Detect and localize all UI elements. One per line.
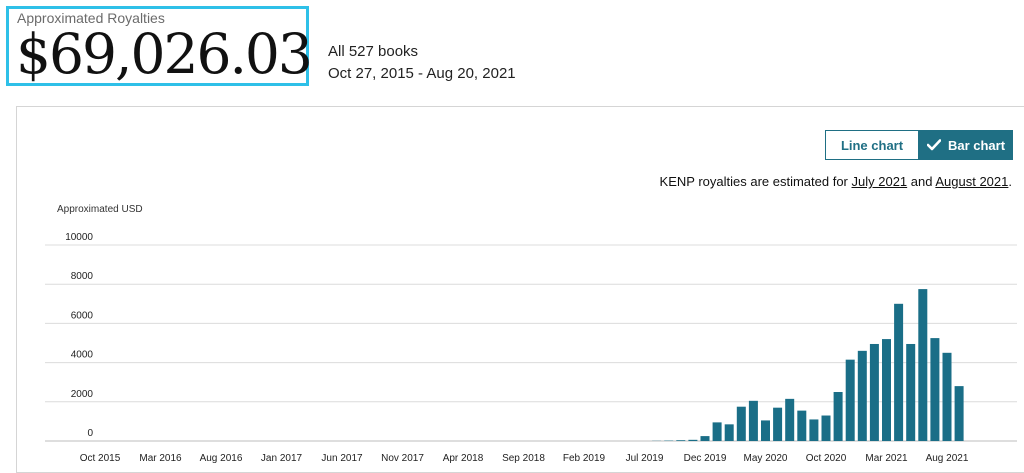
bar bbox=[906, 343, 916, 441]
books-count: All 527 books bbox=[328, 43, 419, 60]
bar bbox=[700, 436, 710, 441]
bar bbox=[894, 303, 904, 441]
y-axis-title: Approximated USD bbox=[57, 204, 143, 215]
bar bbox=[761, 420, 770, 441]
x-tick-label: Oct 2015 bbox=[80, 453, 121, 464]
x-tick-label: Mar 2021 bbox=[865, 453, 908, 464]
x-tick-label: May 2020 bbox=[744, 453, 788, 464]
x-tick-label: Sep 2018 bbox=[502, 453, 545, 464]
bar bbox=[845, 359, 855, 441]
y-tick-label: 8000 bbox=[71, 271, 94, 282]
bar bbox=[942, 352, 952, 441]
bar bbox=[869, 343, 879, 441]
x-tick-label: Feb 2019 bbox=[563, 453, 606, 464]
x-tick-label: Aug 2016 bbox=[200, 453, 243, 464]
y-tick-label: 10000 bbox=[65, 232, 93, 243]
royalty-bar-chart: Approximated USD 0 2000 4000 6000 8000 10000 Oc… bbox=[45, 204, 1017, 464]
x-tick-label: Nov 2017 bbox=[381, 453, 424, 464]
x-tick-label: Mar 2016 bbox=[139, 453, 182, 464]
date-range: Oct 27, 2015 - Aug 20, 2021 bbox=[328, 65, 516, 82]
bar bbox=[954, 386, 964, 441]
bar bbox=[724, 424, 734, 441]
x-tick-label: Jul 2019 bbox=[626, 453, 664, 464]
bar bbox=[882, 339, 891, 441]
x-tick-label: Apr 2018 bbox=[443, 453, 484, 464]
bar bbox=[785, 398, 795, 441]
bar bbox=[857, 350, 867, 441]
y-tick-label: 0 bbox=[87, 428, 93, 439]
bar bbox=[773, 407, 783, 441]
royalty-amount: $69,026.03 bbox=[16, 22, 313, 86]
royalty-meta: All 527 books Oct 27, 2015 - Aug 20, 202… bbox=[328, 41, 516, 85]
bar bbox=[930, 338, 940, 441]
bar bbox=[833, 392, 843, 441]
y-tick-label: 4000 bbox=[71, 350, 94, 361]
bar bbox=[821, 415, 831, 441]
bar bbox=[809, 419, 819, 441]
bar bbox=[676, 440, 686, 441]
bar bbox=[712, 422, 722, 441]
bar bbox=[797, 410, 807, 441]
x-tick-label: Oct 2020 bbox=[806, 453, 847, 464]
x-tick-label: Jan 2017 bbox=[261, 453, 303, 464]
chart-panel: Line chart Bar chart KENP royalties are … bbox=[16, 106, 1024, 473]
x-tick-label: Dec 2019 bbox=[684, 453, 727, 464]
bar bbox=[748, 400, 758, 441]
x-tick-label: Jun 2017 bbox=[321, 453, 363, 464]
bar bbox=[918, 289, 928, 441]
bar bbox=[688, 439, 698, 441]
y-tick-label: 2000 bbox=[71, 389, 94, 400]
royalty-summary: Approximated Royalties $69,026.03 bbox=[6, 6, 313, 86]
x-tick-label: Aug 2021 bbox=[926, 453, 969, 464]
bar bbox=[736, 406, 746, 441]
y-tick-label: 6000 bbox=[71, 310, 94, 321]
